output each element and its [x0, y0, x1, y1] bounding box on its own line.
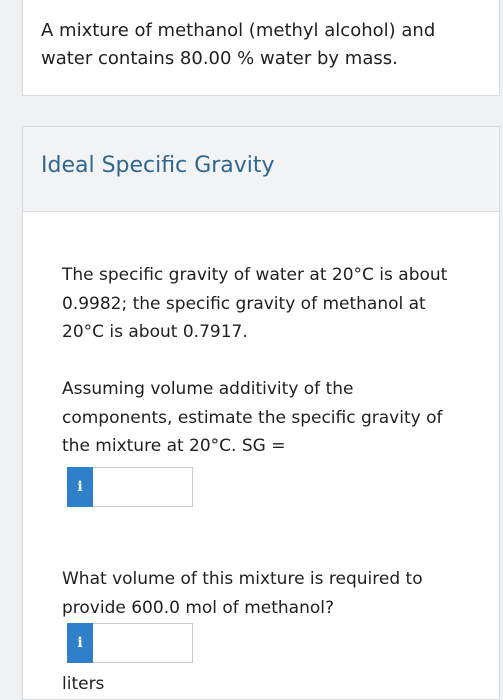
- problem-statement-card: A mixture of methanol (methyl alcohol) a…: [22, 0, 500, 96]
- question-section-card: Ideal Specific Gravity The specific grav…: [22, 126, 500, 700]
- sg-question-text: Assuming volume additivity of the compon…: [62, 379, 443, 456]
- section-header: Ideal Specific Gravity: [23, 127, 499, 212]
- problem-statement-text: A mixture of methanol (methyl alcohol) a…: [41, 20, 436, 69]
- info-icon[interactable]: i: [67, 467, 93, 507]
- sg-answer-input[interactable]: [93, 467, 193, 507]
- section-title: Ideal Specific Gravity: [41, 153, 275, 178]
- volume-answer-input[interactable]: [93, 623, 193, 663]
- info-icon[interactable]: i: [67, 623, 93, 663]
- volume-answer-field: i: [67, 623, 193, 663]
- page: A mixture of methanol (methyl alcohol) a…: [0, 0, 503, 700]
- sg-answer-field: i: [67, 467, 193, 507]
- volume-question-text: What volume of this mixture is required …: [62, 569, 423, 618]
- volume-unit-label: liters: [62, 674, 105, 694]
- specific-gravity-info-text: The specific gravity of water at 20°C is…: [62, 265, 448, 342]
